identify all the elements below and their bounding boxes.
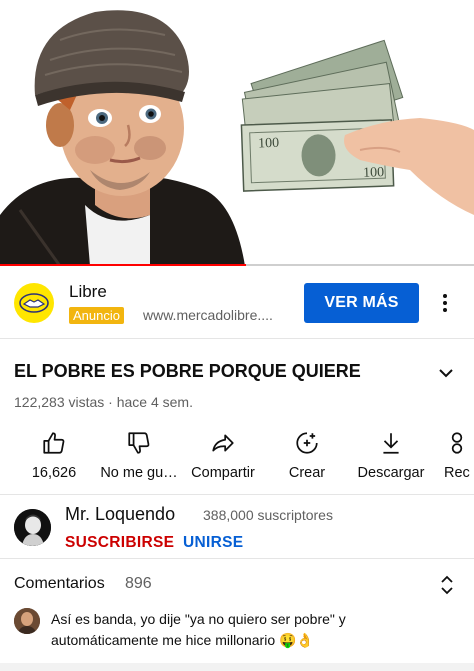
action-bar: 16,626 No me gu… Compartir Crear Descarg… bbox=[0, 428, 474, 488]
share-label: Compartir bbox=[191, 465, 255, 481]
remix-icon bbox=[451, 432, 463, 454]
commenter-avatar[interactable] bbox=[14, 608, 40, 634]
chevron-down-icon[interactable] bbox=[434, 361, 458, 385]
dislike-label: No me gu… bbox=[100, 465, 178, 481]
like-count: 16,626 bbox=[31, 465, 77, 481]
video-thumbnail-image: 100 100 bbox=[0, 10, 474, 266]
divider bbox=[0, 494, 474, 495]
download-icon bbox=[383, 433, 399, 454]
remix-button[interactable]: Rec bbox=[444, 428, 474, 488]
channel-avatar-image bbox=[14, 509, 51, 546]
dislike-button[interactable]: No me gu… bbox=[99, 428, 179, 488]
bottom-edge bbox=[0, 663, 474, 671]
divider bbox=[0, 558, 474, 559]
ad-banner[interactable]: Libre Anuncio www.mercadolibre.... VER M… bbox=[0, 267, 474, 339]
create-label: Crear bbox=[288, 465, 326, 481]
create-button[interactable]: Crear bbox=[282, 428, 332, 488]
comments-count: 896 bbox=[125, 575, 152, 592]
comments-title[interactable]: Comentarios bbox=[14, 575, 105, 593]
share-button[interactable]: Compartir bbox=[186, 428, 260, 488]
advertiser-logo bbox=[14, 283, 54, 323]
handshake-icon bbox=[19, 293, 49, 313]
create-icon bbox=[296, 432, 318, 454]
ad-badge: Anuncio bbox=[69, 307, 124, 324]
channel-name[interactable]: Mr. Loquendo bbox=[65, 504, 175, 525]
video-meta: 122,283 vistas · hace 4 sem. bbox=[14, 394, 193, 410]
video-player[interactable]: 100 100 bbox=[0, 0, 474, 266]
join-button[interactable]: UNIRSE bbox=[183, 534, 243, 552]
download-label: Descargar bbox=[357, 465, 425, 481]
share-icon bbox=[212, 434, 234, 452]
commenter-avatar-image bbox=[14, 608, 40, 634]
ad-cta-button[interactable]: VER MÁS bbox=[304, 283, 419, 323]
more-options-icon[interactable] bbox=[433, 291, 457, 315]
like-button[interactable]: 16,626 bbox=[26, 428, 82, 488]
svg-text:100: 100 bbox=[363, 165, 385, 181]
channel-avatar[interactable] bbox=[14, 509, 51, 546]
thumbs-up-icon bbox=[43, 432, 65, 454]
subscriber-count: 388,000 suscriptores bbox=[203, 507, 333, 523]
svg-text:100: 100 bbox=[258, 136, 280, 152]
top-comment-text[interactable]: Así es banda, yo dije "ya no quiero ser … bbox=[51, 609, 391, 651]
video-title[interactable]: EL POBRE ES POBRE PORQUE QUIERE bbox=[14, 361, 361, 382]
download-button[interactable]: Descargar bbox=[355, 428, 427, 488]
video-progress-fill bbox=[0, 264, 247, 266]
video-progress-bar[interactable] bbox=[0, 264, 474, 266]
expand-comments-icon[interactable] bbox=[437, 574, 457, 596]
subscribe-button[interactable]: SUSCRIBIRSE bbox=[65, 534, 174, 552]
remix-label: Rec bbox=[444, 465, 470, 481]
advertiser-name: Libre bbox=[69, 282, 107, 301]
ad-url[interactable]: www.mercadolibre.... bbox=[143, 307, 273, 323]
thumbs-down-icon bbox=[128, 432, 150, 454]
